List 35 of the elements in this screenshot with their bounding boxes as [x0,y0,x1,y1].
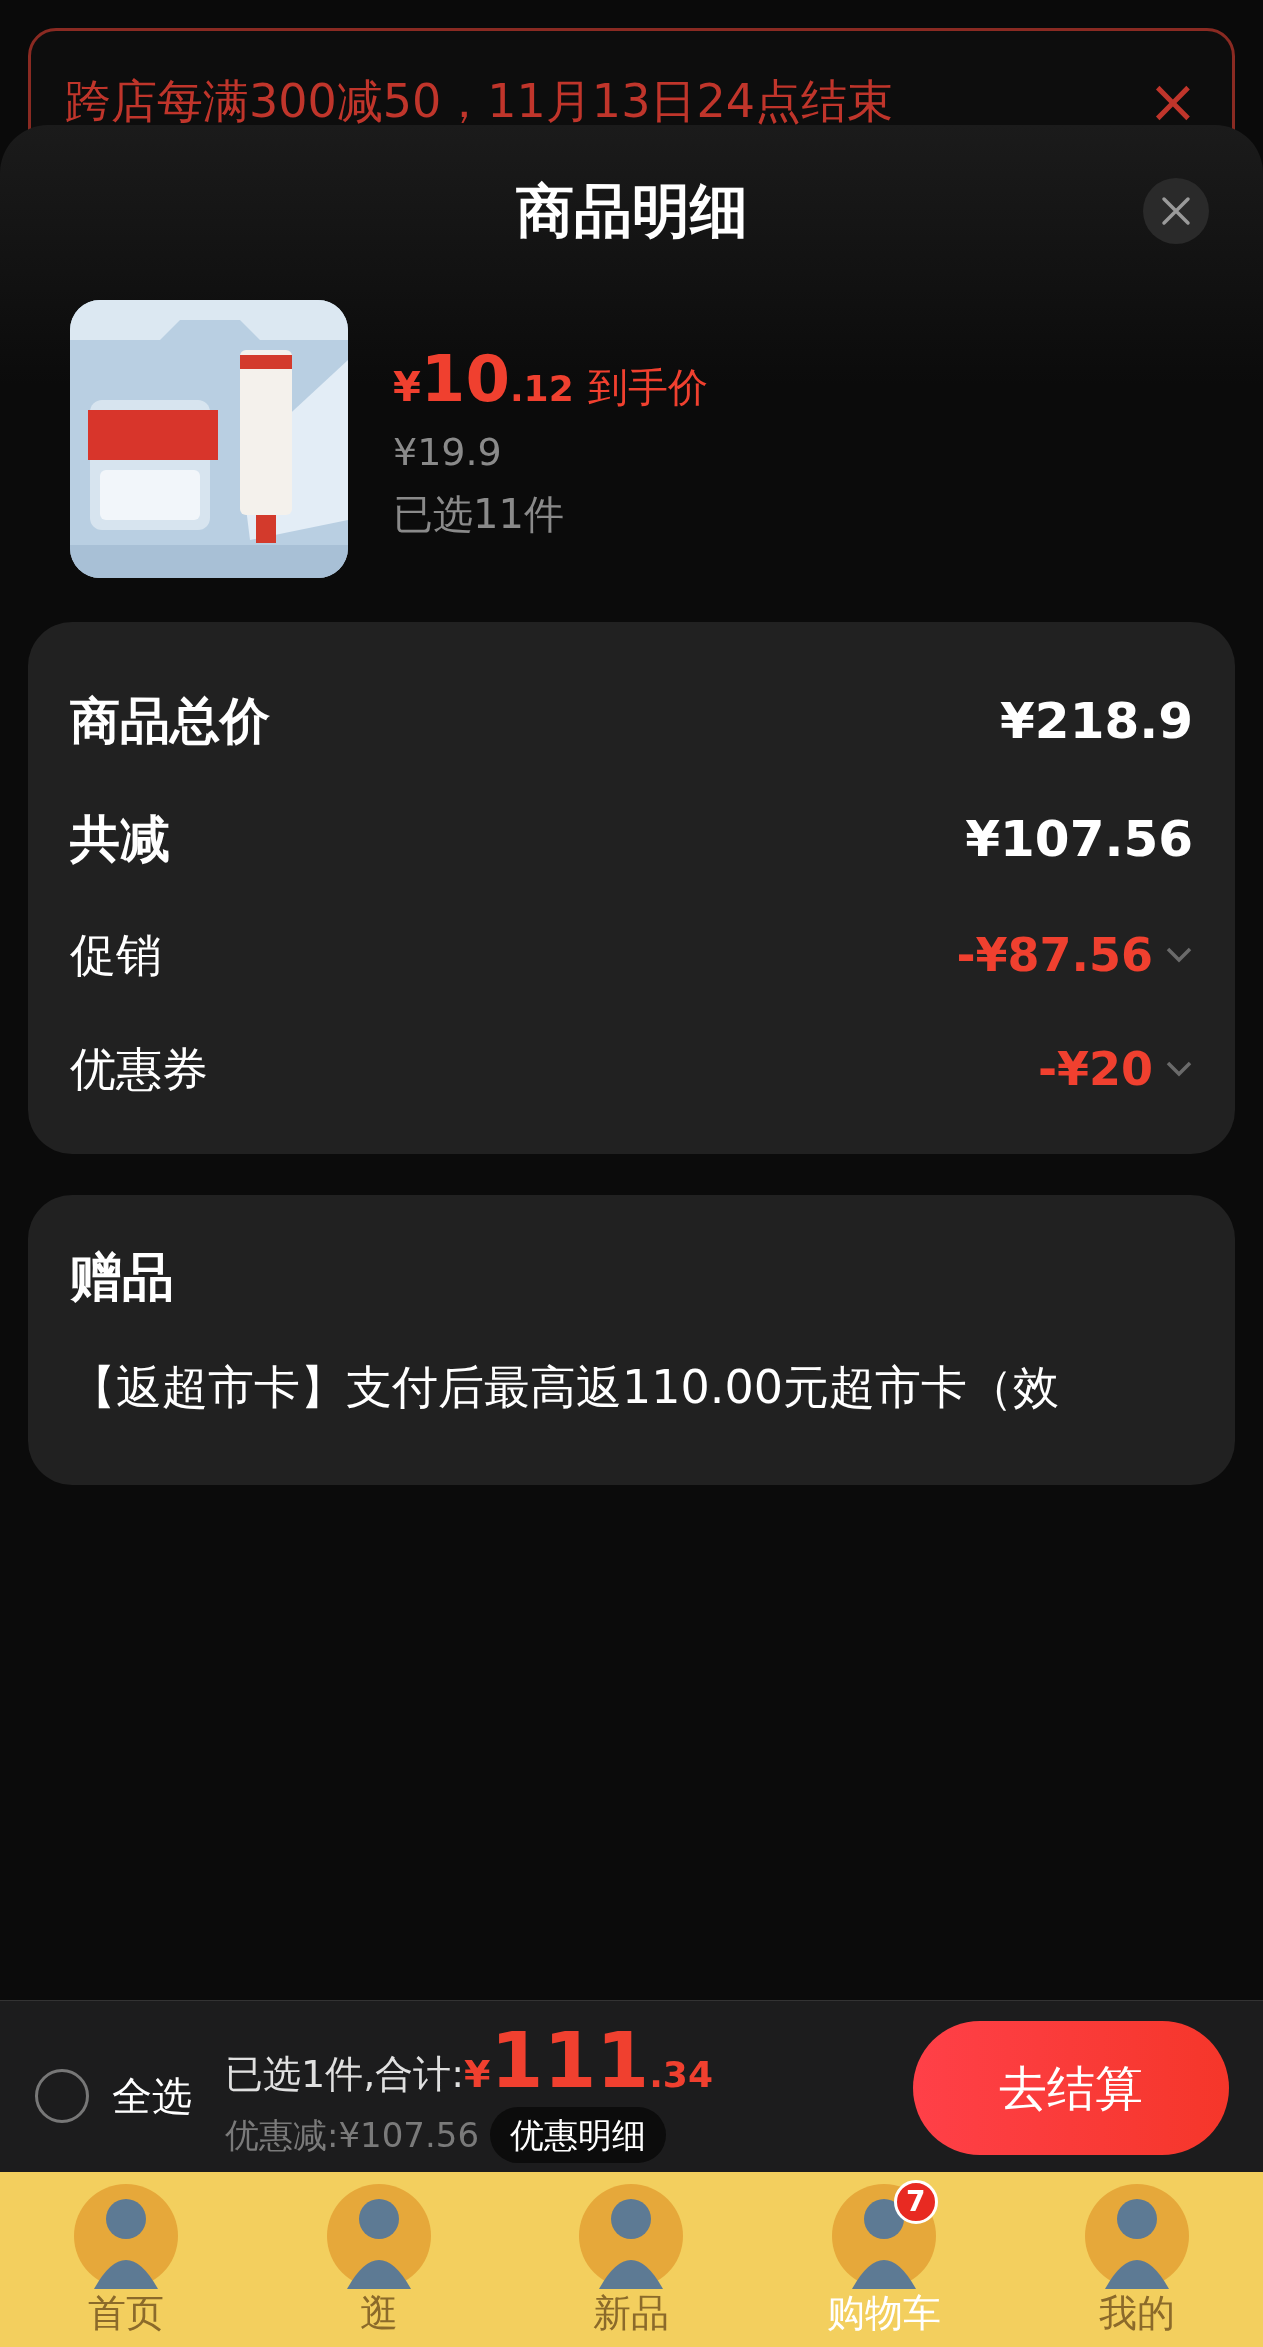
gift-description: 【返超市卡】支付后最高返110.00元超市卡（效 [70,1359,1060,1415]
tab-item[interactable]: 逛 [359,2291,398,2335]
summary-label: 商品总价 [70,690,270,752]
tab-item[interactable]: 首页 [88,2291,165,2335]
price-integer: 10 [420,343,510,415]
price-label: 到手价 [587,363,708,412]
summary-value: ¥218.9 [1000,690,1193,752]
price-decimal: .12 [509,367,574,411]
close-icon [1161,196,1191,226]
selected-count: 已选11件 [393,490,564,539]
chevron-down-icon[interactable] [1165,946,1193,964]
total-decimal: .34 [649,2053,713,2097]
discount-total: 优惠减:¥107.56 [225,2114,480,2157]
discount-label: 优惠券 [70,1040,208,1098]
chevron-down-icon[interactable] [1165,1060,1193,1078]
summary-label: 共减 [70,808,170,870]
total-label: 已选1件,合计: [225,2051,465,2098]
promo-text: 跨店每满300减50，11月13日24点结束 [65,73,893,129]
discount-value: -¥87.56 [956,926,1153,984]
select-all-label[interactable]: 全选 [112,2071,192,2121]
total-integer: 111 [490,2019,650,2103]
select-all-checkbox[interactable] [35,2069,89,2123]
discount-value: -¥20 [1037,1040,1153,1098]
discount-label: 促销 [70,926,162,984]
currency-symbol: ¥ [393,363,421,412]
original-price: ¥19.9 [393,429,502,476]
currency-symbol: ¥ [464,2051,491,2098]
gift-title: 赠品 [70,1246,175,1309]
close-button[interactable]: × [1147,73,1198,129]
tab-item[interactable]: 我的 [1098,2291,1175,2335]
checkout-button[interactable]: 去结算 [913,2021,1229,2155]
tab-item[interactable]: 新品 [593,2291,670,2335]
summary-value: ¥107.56 [965,808,1193,870]
discount-details-button[interactable]: 优惠明细 [490,2107,666,2163]
sheet-title: 商品明细 [514,176,749,247]
